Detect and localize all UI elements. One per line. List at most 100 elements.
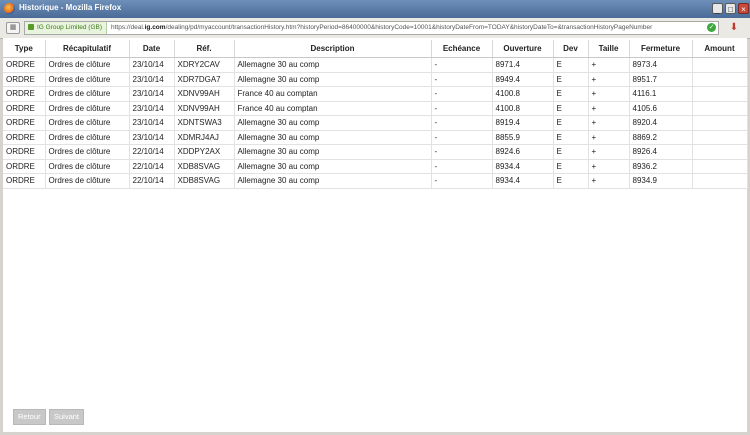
cell-opening: 8971.4 <box>492 57 554 73</box>
cell-date: 23/10/14 <box>129 130 175 145</box>
site-identity-badge[interactable]: IG Group Limited (GB) <box>25 22 108 34</box>
cell-type: ORDRE <box>3 86 46 102</box>
cell-expiry: - <box>431 173 493 189</box>
cell-date: 22/10/14 <box>129 144 175 160</box>
cell-currency: E <box>553 86 589 102</box>
cell-type: ORDRE <box>3 173 46 189</box>
window-title: Historique - Mozilla Firefox <box>19 3 122 12</box>
back-button[interactable]: Retour <box>13 409 46 425</box>
column-header-description[interactable]: Description <box>234 40 432 58</box>
cell-date: 23/10/14 <box>129 57 175 73</box>
cell-currency: E <box>553 72 589 87</box>
column-header-expiry[interactable]: Echéance <box>431 40 493 58</box>
cell-expiry: - <box>431 86 493 102</box>
cell-type: ORDRE <box>3 101 46 116</box>
close-button[interactable]: × <box>738 3 749 14</box>
cell-closing: 4116.1 <box>629 86 693 102</box>
check-icon: ✓ <box>707 23 716 32</box>
url-prefix: https://deal. <box>111 24 145 31</box>
column-header-date[interactable]: Date <box>129 40 175 58</box>
column-header-summary[interactable]: Récapitulatif <box>45 40 130 58</box>
cell-ref: XDDPY2AX <box>174 144 235 160</box>
column-header-type[interactable]: Type <box>3 40 46 58</box>
cell-summary: Ordres de clôture <box>45 130 130 145</box>
cell-closing: 8973.4 <box>629 57 693 73</box>
cell-expiry: - <box>431 101 493 116</box>
cell-amount <box>692 86 748 102</box>
cell-summary: Ordres de clôture <box>45 72 130 87</box>
cell-description: France 40 au comptan <box>234 101 432 116</box>
cell-currency: E <box>553 144 589 160</box>
cell-description: Allemagne 30 au comp <box>234 130 432 145</box>
cell-opening: 4100.8 <box>492 101 554 116</box>
cell-ref: XDNTSWA3 <box>174 115 235 131</box>
site-identity-label: IG Group Limited (GB) <box>37 24 103 31</box>
table-row: ORDRE Ordres de clôture 23/10/14 XDMRJ4AJ Al… <box>3 130 748 145</box>
cell-size: + <box>588 115 630 131</box>
cell-currency: E <box>553 173 589 189</box>
column-header-ref[interactable]: Réf. <box>174 40 235 58</box>
cell-description: Allemagne 30 au comp <box>234 72 432 87</box>
cell-opening: 8934.4 <box>492 159 554 174</box>
maximize-button[interactable]: □ <box>725 3 736 14</box>
calendar-icon[interactable]: ▦ <box>6 22 20 34</box>
cell-description: Allemagne 30 au comp <box>234 115 432 131</box>
cell-closing: 8934.9 <box>629 173 693 189</box>
table-row: ORDRE Ordres de clôture 23/10/14 XDRY2CAV Al… <box>3 57 748 73</box>
cell-closing: 8869.2 <box>629 130 693 145</box>
cell-amount <box>692 57 748 73</box>
column-header-amount[interactable]: Amount <box>692 40 748 58</box>
cell-summary: Ordres de clôture <box>45 115 130 131</box>
table-row: ORDRE Ordres de clôture 22/10/14 XDB8SVAG Al… <box>3 159 748 174</box>
column-header-opening[interactable]: Ouverture <box>492 40 554 58</box>
cell-size: + <box>588 159 630 174</box>
minimize-button[interactable]: _ <box>712 3 723 14</box>
history-content: Type Récapitulatif Date Réf. Description Eché… <box>3 38 748 432</box>
cell-summary: Ordres de clôture <box>45 159 130 174</box>
cell-date: 22/10/14 <box>129 173 175 189</box>
cell-opening: 8855.9 <box>492 130 554 145</box>
cell-amount <box>692 115 748 131</box>
cell-summary: Ordres de clôture <box>45 86 130 102</box>
cell-closing: 8920.4 <box>629 115 693 131</box>
cell-expiry: - <box>431 72 493 87</box>
cell-expiry: - <box>431 57 493 73</box>
column-header-size[interactable]: Taille <box>588 40 630 58</box>
url-text[interactable]: https://deal.ig.com/dealing/pd/myaccount… <box>111 22 698 34</box>
cell-expiry: - <box>431 159 493 174</box>
cell-description: Allemagne 30 au comp <box>234 159 432 174</box>
cell-size: + <box>588 86 630 102</box>
cell-amount <box>692 72 748 87</box>
cell-expiry: - <box>431 130 493 145</box>
cell-type: ORDRE <box>3 115 46 131</box>
cell-amount <box>692 144 748 160</box>
cell-opening: 8919.4 <box>492 115 554 131</box>
navigation-bar: ▦ IG Group Limited (GB) https://deal.ig.… <box>0 18 750 39</box>
cell-description: Allemagne 30 au comp <box>234 144 432 160</box>
cell-currency: E <box>553 130 589 145</box>
table-row: ORDRE Ordres de clôture 22/10/14 XDDPY2AX Al… <box>3 144 748 160</box>
cell-expiry: - <box>431 115 493 131</box>
url-field[interactable]: IG Group Limited (GB) https://deal.ig.co… <box>24 21 719 35</box>
cell-currency: E <box>553 101 589 116</box>
url-domain: ig.com <box>144 24 166 31</box>
column-header-currency[interactable]: Dev <box>553 40 589 58</box>
table-row: ORDRE Ordres de clôture 23/10/14 XDNV99AH Fr… <box>3 101 748 116</box>
cell-amount <box>692 101 748 116</box>
table-row: ORDRE Ordres de clôture 22/10/14 XDB8SVAG Al… <box>3 173 748 189</box>
cell-type: ORDRE <box>3 144 46 160</box>
cell-date: 23/10/14 <box>129 115 175 131</box>
cell-size: + <box>588 101 630 116</box>
table-row: ORDRE Ordres de clôture 23/10/14 XDNTSWA3 Al… <box>3 115 748 131</box>
cell-closing: 8936.2 <box>629 159 693 174</box>
cell-date: 22/10/14 <box>129 159 175 174</box>
table-header-row: Type Récapitulatif Date Réf. Description Eché… <box>3 40 748 58</box>
cell-type: ORDRE <box>3 159 46 174</box>
next-button[interactable]: Suivant <box>49 409 85 425</box>
cell-amount <box>692 173 748 189</box>
cell-ref: XDRY2CAV <box>174 57 235 73</box>
download-icon[interactable]: ⬇ <box>727 21 741 35</box>
cell-amount <box>692 159 748 174</box>
column-header-closing[interactable]: Fermeture <box>629 40 693 58</box>
cell-summary: Ordres de clôture <box>45 173 130 189</box>
